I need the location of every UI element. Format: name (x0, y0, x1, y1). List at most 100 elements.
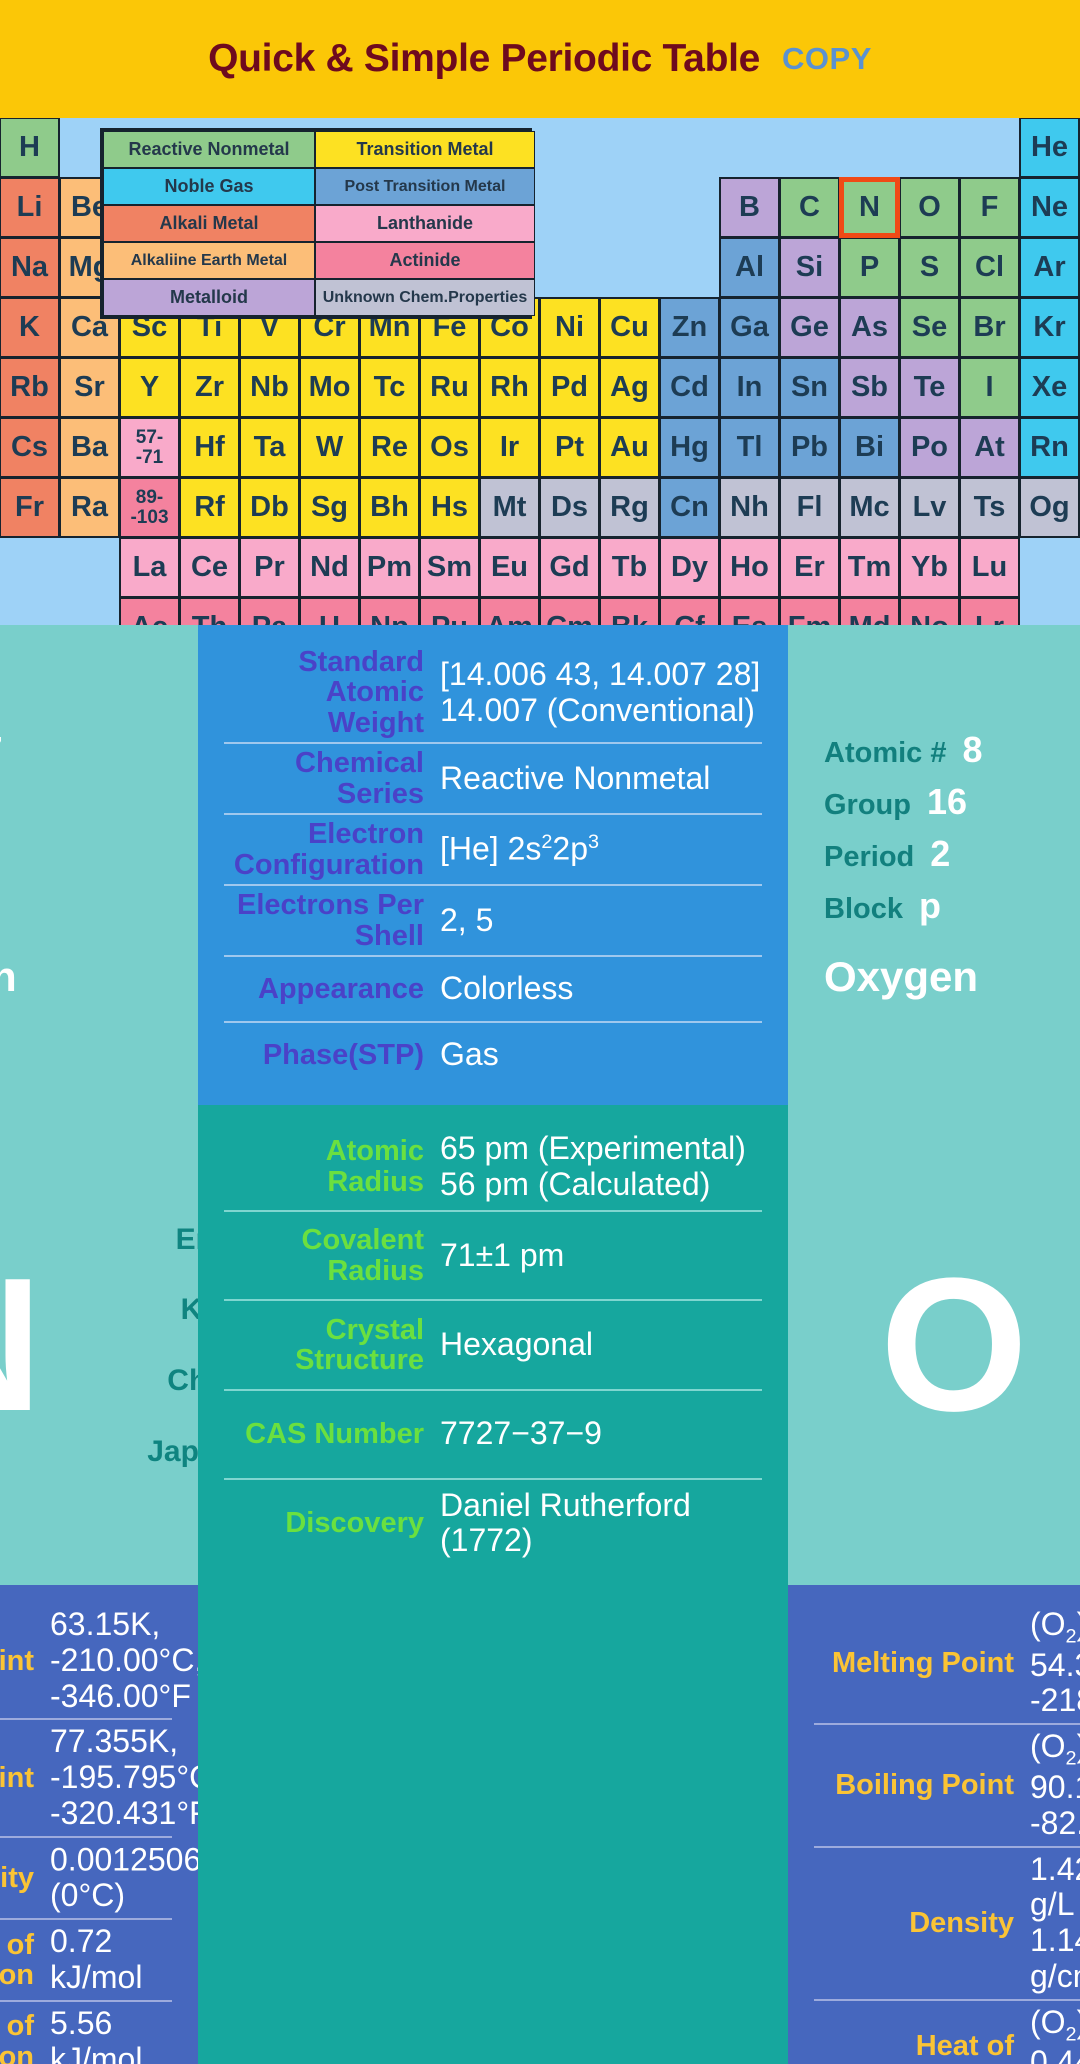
element-cell-Es[interactable]: Es (719, 597, 780, 625)
element-cell-F[interactable]: F (959, 177, 1020, 238)
element-cell-In[interactable]: In (719, 357, 780, 418)
element-cell-Pt[interactable]: Pt (539, 417, 600, 478)
element-cell-K[interactable]: K (0, 297, 60, 358)
element-cell-As[interactable]: As (839, 297, 900, 358)
element-cell-Os[interactable]: Os (419, 417, 480, 478)
element-cell-Rf[interactable]: Rf (179, 477, 240, 538)
element-info-carousel[interactable]: Atomic #7Group15Period2BlockpNitrogenSta… (0, 625, 1080, 2064)
element-cell-Pa[interactable]: Pa (239, 597, 300, 625)
element-cell-B[interactable]: B (719, 177, 780, 238)
element-cell-Te[interactable]: Te (899, 357, 960, 418)
element-cell-Db[interactable]: Db (239, 477, 300, 538)
element-cell-Pu[interactable]: Pu (419, 597, 480, 625)
element-cell-Ta[interactable]: Ta (239, 417, 300, 478)
element-cell-Hg[interactable]: Hg (659, 417, 720, 478)
element-cell-Bk[interactable]: Bk (599, 597, 660, 625)
element-cell-Sb[interactable]: Sb (839, 357, 900, 418)
element-cell-Er[interactable]: Er (779, 537, 840, 598)
element-cell-Sg[interactable]: Sg (299, 477, 360, 538)
element-cell-Cl[interactable]: Cl (959, 237, 1020, 298)
element-cell-Pm[interactable]: Pm (359, 537, 420, 598)
element-cell-89-103[interactable]: 89- -103 (119, 477, 180, 538)
element-cell-Cm[interactable]: Cm (539, 597, 600, 625)
element-cell-Fr[interactable]: Fr (0, 477, 60, 538)
element-cell-Tm[interactable]: Tm (839, 537, 900, 598)
element-cell-O[interactable]: O (899, 177, 960, 238)
element-cell-No[interactable]: No (899, 597, 960, 625)
element-cell-Ts[interactable]: Ts (959, 477, 1020, 538)
element-cell-Sm[interactable]: Sm (419, 537, 480, 598)
element-cell-Re[interactable]: Re (359, 417, 420, 478)
element-cell-Lv[interactable]: Lv (899, 477, 960, 538)
element-cell-Yb[interactable]: Yb (899, 537, 960, 598)
element-cell-Pd[interactable]: Pd (539, 357, 600, 418)
element-cell-Ag[interactable]: Ag (599, 357, 660, 418)
element-cell-Au[interactable]: Au (599, 417, 660, 478)
element-cell-Si[interactable]: Si (779, 237, 840, 298)
element-cell-Kr[interactable]: Kr (1019, 297, 1080, 358)
element-cell-Ra[interactable]: Ra (59, 477, 120, 538)
element-cell-W[interactable]: W (299, 417, 360, 478)
element-cell-Rb[interactable]: Rb (0, 357, 60, 418)
element-cell-Bh[interactable]: Bh (359, 477, 420, 538)
element-cell-At[interactable]: At (959, 417, 1020, 478)
element-cell-Md[interactable]: Md (839, 597, 900, 625)
element-cell-Nd[interactable]: Nd (299, 537, 360, 598)
element-cell-P[interactable]: P (839, 237, 900, 298)
element-cell-Hf[interactable]: Hf (179, 417, 240, 478)
element-cell-Dy[interactable]: Dy (659, 537, 720, 598)
element-cell-Eu[interactable]: Eu (479, 537, 540, 598)
element-cell-Nh[interactable]: Nh (719, 477, 780, 538)
element-cell-Xe[interactable]: Xe (1019, 357, 1080, 418)
element-cell-Mo[interactable]: Mo (299, 357, 360, 418)
element-cell-Ce[interactable]: Ce (179, 537, 240, 598)
element-cell-Mc[interactable]: Mc (839, 477, 900, 538)
element-cell-Fl[interactable]: Fl (779, 477, 840, 538)
element-cell-Cd[interactable]: Cd (659, 357, 720, 418)
element-cell-Pr[interactable]: Pr (239, 537, 300, 598)
element-cell-Ac[interactable]: Ac (119, 597, 180, 625)
element-cell-Cs[interactable]: Cs (0, 417, 60, 478)
element-cell-H[interactable]: H (0, 118, 60, 178)
element-cell-Sr[interactable]: Sr (59, 357, 120, 418)
element-cell-Cu[interactable]: Cu (599, 297, 660, 358)
element-cell-Ir[interactable]: Ir (479, 417, 540, 478)
element-cell-Se[interactable]: Se (899, 297, 960, 358)
element-cell-Og[interactable]: Og (1019, 477, 1080, 538)
element-cell-Pb[interactable]: Pb (779, 417, 840, 478)
element-cell-N[interactable]: N (839, 177, 900, 238)
element-cell-Rg[interactable]: Rg (599, 477, 660, 538)
element-cell-Br[interactable]: Br (959, 297, 1020, 358)
element-cell-He[interactable]: He (1019, 118, 1080, 178)
element-cell-C[interactable]: C (779, 177, 840, 238)
element-cell-Gd[interactable]: Gd (539, 537, 600, 598)
element-cell-Tc[interactable]: Tc (359, 357, 420, 418)
element-cell-Po[interactable]: Po (899, 417, 960, 478)
carousel-track[interactable]: Atomic #7Group15Period2BlockpNitrogenSta… (0, 625, 1080, 2064)
element-cell-Th[interactable]: Th (179, 597, 240, 625)
element-cell-Rh[interactable]: Rh (479, 357, 540, 418)
element-cell-Fm[interactable]: Fm (779, 597, 840, 625)
element-cell-Li[interactable]: Li (0, 177, 60, 238)
element-cell-Hs[interactable]: Hs (419, 477, 480, 538)
element-cell-La[interactable]: La (119, 537, 180, 598)
element-cell-Nb[interactable]: Nb (239, 357, 300, 418)
element-cell-Ru[interactable]: Ru (419, 357, 480, 418)
element-cell-Y[interactable]: Y (119, 357, 180, 418)
element-cell-Sn[interactable]: Sn (779, 357, 840, 418)
element-cell-Tl[interactable]: Tl (719, 417, 780, 478)
element-cell-Lr[interactable]: Lr (959, 597, 1020, 625)
element-cell-Mt[interactable]: Mt (479, 477, 540, 538)
element-cell-Ho[interactable]: Ho (719, 537, 780, 598)
element-cell-Ni[interactable]: Ni (539, 297, 600, 358)
element-cell-U[interactable]: U (299, 597, 360, 625)
element-cell-Ds[interactable]: Ds (539, 477, 600, 538)
element-cell-Ba[interactable]: Ba (59, 417, 120, 478)
periodic-table[interactable]: H He Li Be B C N O F Ne Na Mg Al Si P S Cl Ar K Ca Sc Ti V Cr Mn… (0, 118, 1080, 625)
element-cell-Ne[interactable]: Ne (1019, 177, 1080, 238)
element-cell-Cf[interactable]: Cf (659, 597, 720, 625)
copy-button[interactable]: COPY (782, 41, 872, 77)
element-cell-Al[interactable]: Al (719, 237, 780, 298)
element-cell-Bi[interactable]: Bi (839, 417, 900, 478)
element-cell-Cn[interactable]: Cn (659, 477, 720, 538)
